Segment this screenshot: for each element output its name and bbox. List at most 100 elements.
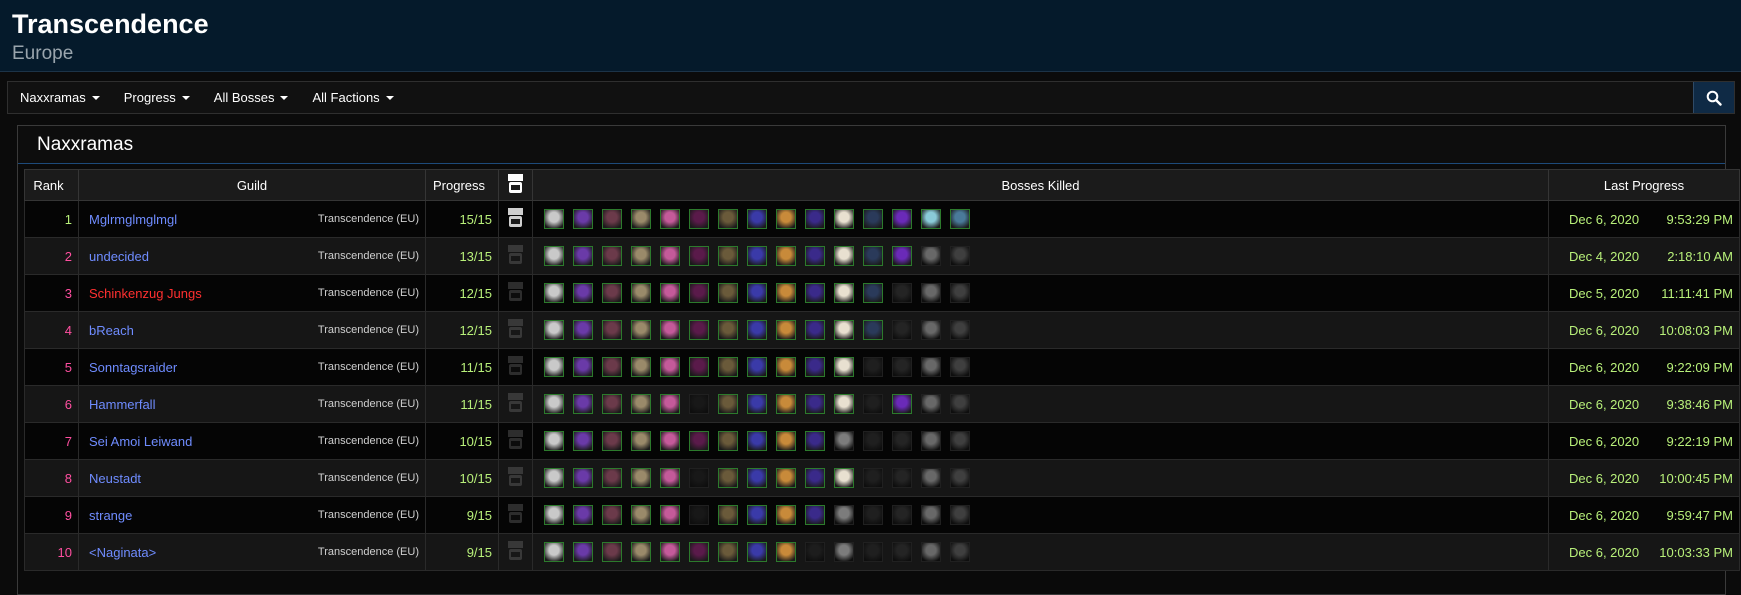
boss-kill-icon[interactable] bbox=[863, 505, 883, 525]
boss-kill-icon[interactable] bbox=[573, 209, 593, 229]
boss-kill-icon[interactable] bbox=[921, 209, 941, 229]
boss-kill-icon[interactable] bbox=[950, 394, 970, 414]
boss-kill-icon[interactable] bbox=[602, 283, 622, 303]
boss-kill-icon[interactable] bbox=[718, 431, 738, 451]
boss-kill-icon[interactable] bbox=[573, 246, 593, 266]
youtube-icon[interactable] bbox=[508, 503, 523, 524]
boss-kill-icon[interactable] bbox=[689, 431, 709, 451]
table-row[interactable]: 9 strange Transcendence (EU) 9/15 Dec 6,… bbox=[24, 496, 1740, 534]
guild-link[interactable]: Mglrmglmglmgl bbox=[89, 212, 177, 227]
boss-kill-icon[interactable] bbox=[718, 320, 738, 340]
boss-kill-icon[interactable] bbox=[805, 320, 825, 340]
boss-kill-icon[interactable] bbox=[834, 209, 854, 229]
boss-kill-icon[interactable] bbox=[718, 505, 738, 525]
boss-kill-icon[interactable] bbox=[573, 394, 593, 414]
boss-kill-icon[interactable] bbox=[631, 431, 651, 451]
youtube-icon[interactable] bbox=[508, 540, 523, 561]
boss-kill-icon[interactable] bbox=[834, 246, 854, 266]
boss-kill-icon[interactable] bbox=[805, 357, 825, 377]
youtube-icon[interactable] bbox=[508, 429, 523, 450]
youtube-icon[interactable] bbox=[508, 244, 523, 265]
boss-kill-icon[interactable] bbox=[747, 320, 767, 340]
boss-kill-icon[interactable] bbox=[544, 394, 564, 414]
boss-kill-icon[interactable] bbox=[863, 357, 883, 377]
boss-kill-icon[interactable] bbox=[573, 357, 593, 377]
boss-kill-icon[interactable] bbox=[660, 320, 680, 340]
boss-kill-icon[interactable] bbox=[660, 283, 680, 303]
boss-kill-icon[interactable] bbox=[921, 246, 941, 266]
video-cell[interactable] bbox=[498, 200, 533, 238]
boss-kill-icon[interactable] bbox=[950, 357, 970, 377]
video-cell[interactable] bbox=[498, 237, 533, 275]
boss-kill-icon[interactable] bbox=[660, 468, 680, 488]
header-rank[interactable]: Rank bbox=[24, 169, 79, 201]
boss-kill-icon[interactable] bbox=[573, 505, 593, 525]
boss-kill-icon[interactable] bbox=[863, 320, 883, 340]
boss-kill-icon[interactable] bbox=[805, 542, 825, 562]
boss-kill-icon[interactable] bbox=[921, 468, 941, 488]
boss-kill-icon[interactable] bbox=[631, 246, 651, 266]
boss-kill-icon[interactable] bbox=[689, 246, 709, 266]
guild-link[interactable]: <Naginata> bbox=[89, 545, 156, 560]
boss-kill-icon[interactable] bbox=[747, 431, 767, 451]
boss-kill-icon[interactable] bbox=[544, 542, 564, 562]
boss-kill-icon[interactable] bbox=[805, 468, 825, 488]
boss-kill-icon[interactable] bbox=[950, 431, 970, 451]
video-cell[interactable] bbox=[498, 385, 533, 423]
guild-link[interactable]: bReach bbox=[89, 323, 134, 338]
boss-kill-icon[interactable] bbox=[834, 357, 854, 377]
table-row[interactable]: 7 Sei Amoi Leiwand Transcendence (EU) 10… bbox=[24, 422, 1740, 460]
boss-kill-icon[interactable] bbox=[689, 542, 709, 562]
boss-kill-icon[interactable] bbox=[573, 283, 593, 303]
boss-kill-icon[interactable] bbox=[776, 320, 796, 340]
boss-kill-icon[interactable] bbox=[805, 209, 825, 229]
boss-kill-icon[interactable] bbox=[718, 209, 738, 229]
boss-kill-icon[interactable] bbox=[776, 468, 796, 488]
boss-kill-icon[interactable] bbox=[805, 283, 825, 303]
guild-link[interactable]: Sei Amoi Leiwand bbox=[89, 434, 192, 449]
boss-kill-icon[interactable] bbox=[718, 246, 738, 266]
boss-kill-icon[interactable] bbox=[718, 357, 738, 377]
boss-kill-icon[interactable] bbox=[718, 283, 738, 303]
boss-kill-icon[interactable] bbox=[602, 246, 622, 266]
boss-kill-icon[interactable] bbox=[776, 357, 796, 377]
boss-kill-icon[interactable] bbox=[921, 394, 941, 414]
raid-dropdown[interactable]: Naxxramas bbox=[8, 82, 112, 113]
factions-dropdown[interactable]: All Factions bbox=[300, 82, 405, 113]
boss-kill-icon[interactable] bbox=[544, 468, 564, 488]
boss-kill-icon[interactable] bbox=[747, 394, 767, 414]
boss-kill-icon[interactable] bbox=[573, 431, 593, 451]
boss-kill-icon[interactable] bbox=[805, 246, 825, 266]
boss-kill-icon[interactable] bbox=[660, 542, 680, 562]
boss-kill-icon[interactable] bbox=[892, 209, 912, 229]
boss-kill-icon[interactable] bbox=[573, 542, 593, 562]
boss-kill-icon[interactable] bbox=[544, 357, 564, 377]
boss-kill-icon[interactable] bbox=[660, 431, 680, 451]
boss-kill-icon[interactable] bbox=[892, 283, 912, 303]
boss-kill-icon[interactable] bbox=[863, 468, 883, 488]
video-cell[interactable] bbox=[498, 459, 533, 497]
boss-kill-icon[interactable] bbox=[747, 542, 767, 562]
boss-kill-icon[interactable] bbox=[718, 394, 738, 414]
boss-kill-icon[interactable] bbox=[892, 505, 912, 525]
boss-kill-icon[interactable] bbox=[863, 431, 883, 451]
table-row[interactable]: 1 Mglrmglmglmgl Transcendence (EU) 15/15… bbox=[24, 200, 1740, 238]
boss-kill-icon[interactable] bbox=[631, 468, 651, 488]
boss-kill-icon[interactable] bbox=[834, 542, 854, 562]
boss-kill-icon[interactable] bbox=[776, 542, 796, 562]
table-row[interactable]: 5 Sonntagsraider Transcendence (EU) 11/1… bbox=[24, 348, 1740, 386]
boss-kill-icon[interactable] bbox=[602, 394, 622, 414]
boss-kill-icon[interactable] bbox=[602, 542, 622, 562]
boss-kill-icon[interactable] bbox=[892, 394, 912, 414]
boss-kill-icon[interactable] bbox=[602, 468, 622, 488]
boss-kill-icon[interactable] bbox=[863, 542, 883, 562]
boss-kill-icon[interactable] bbox=[834, 394, 854, 414]
youtube-icon[interactable] bbox=[508, 392, 523, 413]
boss-kill-icon[interactable] bbox=[602, 357, 622, 377]
boss-kill-icon[interactable] bbox=[805, 431, 825, 451]
video-cell[interactable] bbox=[498, 422, 533, 460]
boss-kill-icon[interactable] bbox=[892, 320, 912, 340]
boss-kill-icon[interactable] bbox=[921, 283, 941, 303]
progress-dropdown[interactable]: Progress bbox=[112, 82, 202, 113]
boss-kill-icon[interactable] bbox=[689, 505, 709, 525]
